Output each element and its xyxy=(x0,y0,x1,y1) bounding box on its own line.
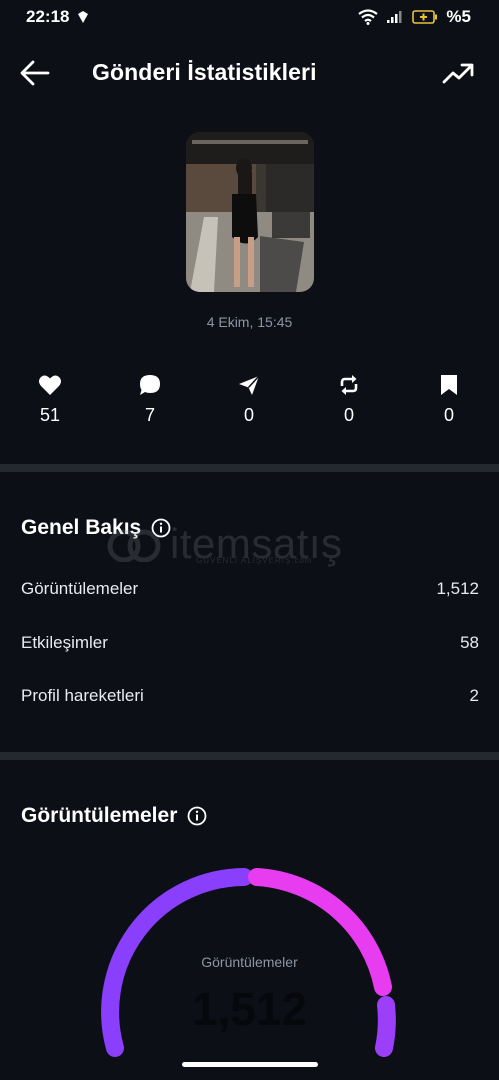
battery-percent: %5 xyxy=(446,7,471,26)
share-icon xyxy=(239,375,260,395)
watermark-subtext: GÜVENLİ ALIŞVERİŞ.com xyxy=(196,556,313,565)
status-time: 22:18 xyxy=(26,7,70,26)
reposts-count: 0 xyxy=(343,405,354,425)
row-label: Görüntülemeler xyxy=(21,579,139,598)
info-icon[interactable] xyxy=(187,806,207,826)
comments-metric[interactable]: 7 xyxy=(120,374,180,426)
bookmark-icon xyxy=(441,375,457,395)
comment-icon xyxy=(140,375,160,395)
info-icon[interactable] xyxy=(151,518,171,538)
post-date: 4 Ekim, 15:45 xyxy=(206,314,293,330)
arrow-left-icon xyxy=(20,60,50,86)
engagement-metrics: 51 7 0 0 0 xyxy=(0,374,499,434)
section-divider xyxy=(0,752,499,760)
row-value: 2 xyxy=(469,686,479,705)
saves-metric[interactable]: 0 xyxy=(419,374,479,426)
battery-charging-icon xyxy=(412,10,438,24)
watermark-text: itemsatış xyxy=(170,520,343,567)
views-title-text: Görüntülemeler xyxy=(21,804,178,827)
back-button[interactable] xyxy=(18,58,52,88)
overview-title: Genel Bakış xyxy=(21,516,171,540)
heart-icon xyxy=(39,375,61,395)
shares-count: 0 xyxy=(243,405,254,425)
reposts-metric[interactable]: 0 xyxy=(319,374,379,426)
overview-row-profile-actions: Profil hareketleri 2 xyxy=(21,686,479,706)
app-header: Gönderi İstatistikleri xyxy=(0,44,499,102)
row-value: 58 xyxy=(460,633,479,652)
row-label: Etkileşimler xyxy=(21,633,108,652)
trending-up-icon xyxy=(442,63,474,84)
overview-row-interactions: Etkileşimler 58 xyxy=(21,633,479,653)
post-thumbnail[interactable] xyxy=(186,132,314,292)
overview-row-views: Görüntülemeler 1,512 xyxy=(21,579,479,599)
wifi-icon xyxy=(358,9,379,25)
comments-count: 7 xyxy=(144,405,155,425)
likes-count: 51 xyxy=(39,405,61,425)
views-title: Görüntülemeler xyxy=(21,804,207,828)
gauge-label: Görüntülemeler xyxy=(201,954,298,970)
post-photo xyxy=(186,132,314,292)
overview-title-text: Genel Bakış xyxy=(21,516,142,539)
home-indicator[interactable] xyxy=(182,1062,318,1067)
row-value: 1,512 xyxy=(436,579,479,598)
trending-button[interactable] xyxy=(441,58,475,88)
repost-icon xyxy=(340,375,358,395)
gauge-segment-pink xyxy=(248,868,392,996)
shield-icon xyxy=(78,11,89,23)
page-title: Gönderi İstatistikleri xyxy=(92,59,317,85)
saves-count: 0 xyxy=(443,405,454,425)
status-bar: 22:18 %5 xyxy=(0,0,499,34)
gauge-value: 1,512 xyxy=(191,983,308,1035)
shares-metric[interactable]: 0 xyxy=(219,374,279,426)
signal-icon xyxy=(387,11,402,23)
likes-metric[interactable]: 51 xyxy=(20,374,80,426)
row-label: Profil hareketleri xyxy=(21,686,144,705)
section-divider xyxy=(0,464,499,472)
